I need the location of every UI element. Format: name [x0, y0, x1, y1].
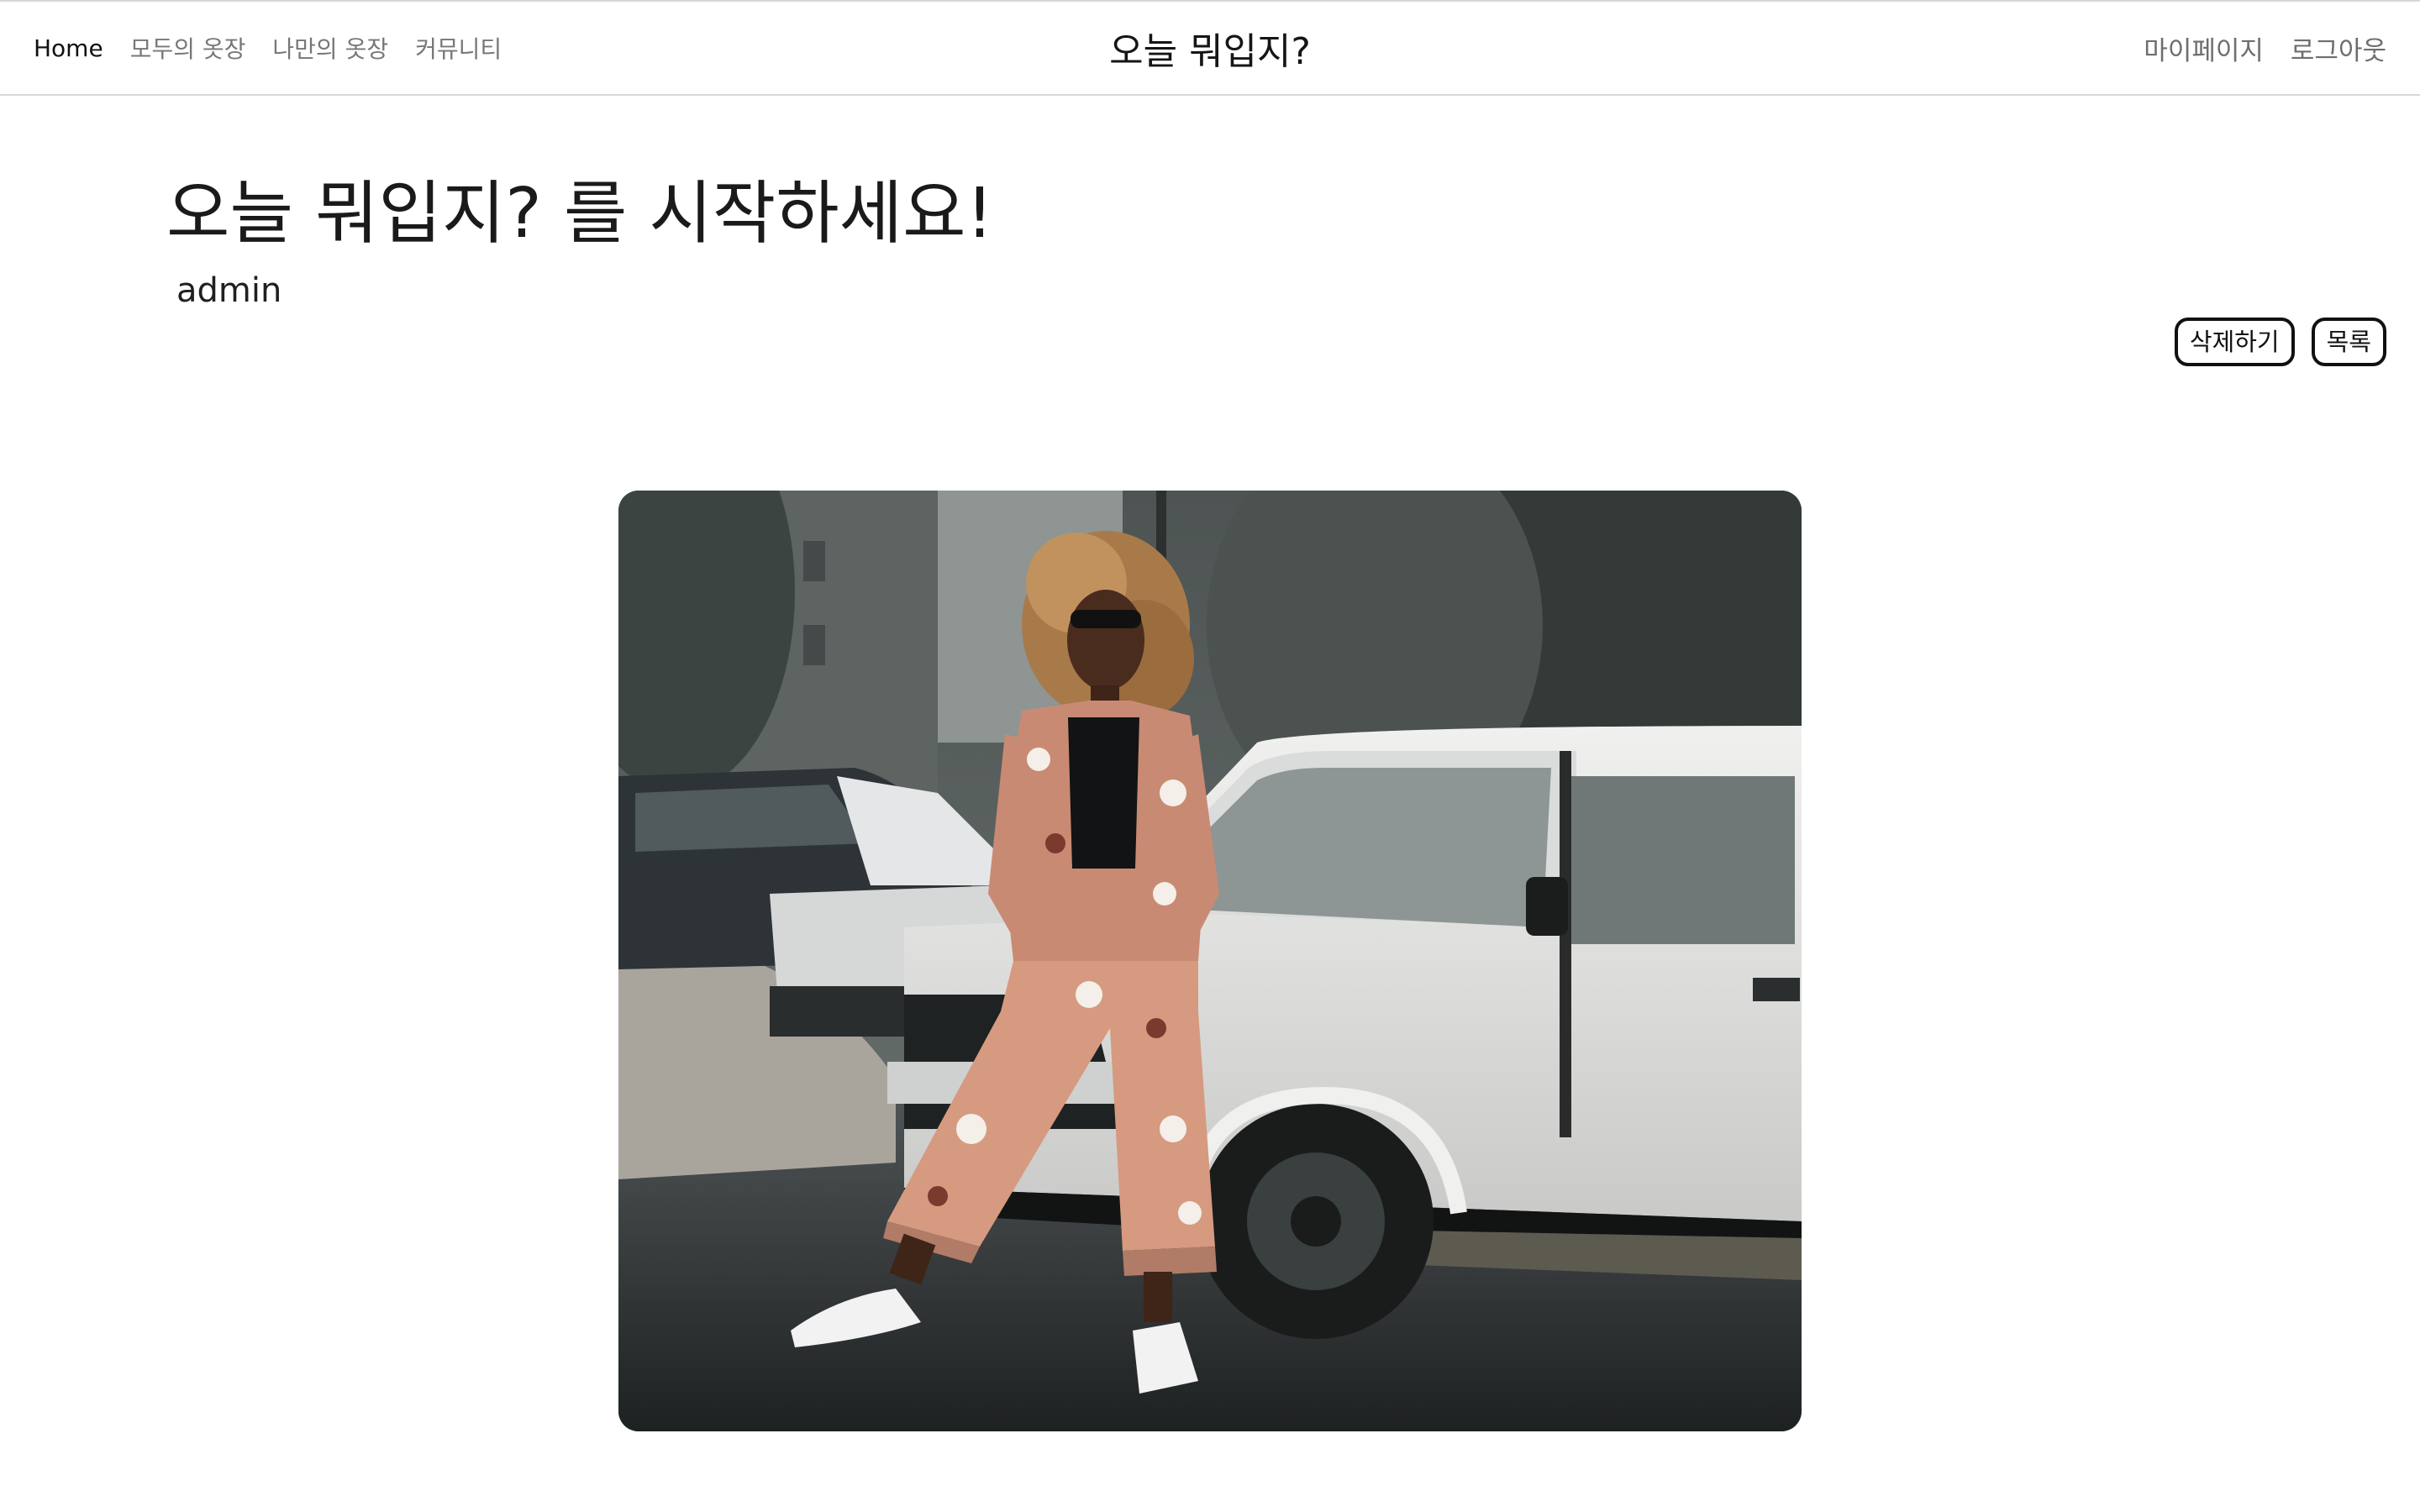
nav-left-links: Home 모두의 옷장 나만의 옷장 커뮤니티 — [34, 2, 502, 94]
nav-link-logout[interactable]: 로그아웃 — [2291, 29, 2386, 67]
nav-link-mypage[interactable]: 마이페이지 — [2144, 29, 2264, 67]
outfit-photo — [618, 491, 1802, 1431]
post-author: admin — [176, 271, 282, 310]
nav-right-links: 마이페이지 로그아웃 — [2144, 2, 2386, 94]
top-navbar: Home 모두의 옷장 나만의 옷장 커뮤니티 오늘 뭐입지? 마이페이지 로그… — [0, 0, 2420, 96]
nav-link-all-closet[interactable]: 모두의 옷장 — [130, 31, 246, 65]
delete-button[interactable]: 삭제하기 — [2174, 318, 2295, 366]
post-title: 오늘 뭐입지? 를 시작하세요! — [166, 174, 994, 254]
page: Home 모두의 옷장 나만의 옷장 커뮤니티 오늘 뭐입지? 마이페이지 로그… — [0, 0, 2420, 1512]
post-actions: 삭제하기 목록 — [2174, 318, 2386, 366]
nav-link-community[interactable]: 커뮤니티 — [415, 31, 502, 65]
brand-title[interactable]: 오늘 뭐입지? — [1109, 21, 1311, 75]
nav-link-my-closet[interactable]: 나만의 옷장 — [272, 31, 388, 65]
nav-link-home[interactable]: Home — [34, 34, 103, 62]
outfit-photo-illustration — [618, 491, 1802, 1431]
list-button[interactable]: 목록 — [2311, 318, 2386, 366]
